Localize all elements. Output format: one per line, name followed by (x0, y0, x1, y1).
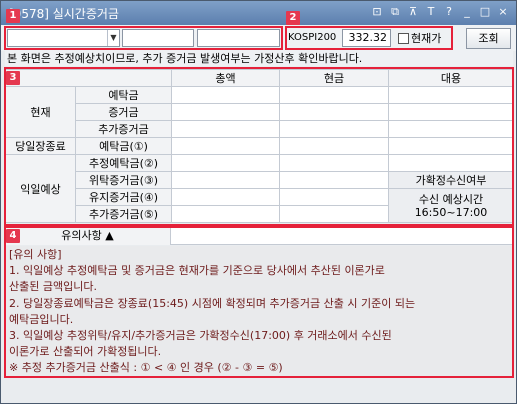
window: [0578] 실시간증거금 ⊡ ⧉ ⊼ T ? _ □ × ▼ KOSPI200… (0, 0, 517, 404)
notes-line: 2. 당일장종료예탁금은 장종료(15:45) 시점에 확정되며 추가증거금 산… (9, 296, 416, 310)
search-button[interactable]: 조회 (466, 28, 511, 49)
row-label-maint-margin: 유지증거금(④) (75, 188, 172, 206)
table-row: 증거금 (6, 103, 514, 121)
col-header-cash: 현금 (279, 69, 389, 87)
notes-line: 3. 익일예상 추정위탁/유지/추가증거금은 가확정수신(17:00) 후 거래… (9, 329, 392, 343)
row-label-add-margin: 추가증거금 (75, 120, 172, 138)
current-price-checkbox[interactable] (398, 33, 409, 44)
recv-time-value: 16:50~17:00 (414, 205, 488, 219)
current-price-label: 현재가 (411, 32, 442, 45)
recv-time-label: 수신 예상시간 (418, 192, 484, 206)
row-label-add-margin-5: 추가증거금(⑤) (75, 205, 172, 223)
bottom-area (1, 377, 516, 403)
copy-icon[interactable]: ⧉ (388, 5, 402, 19)
minimize-icon[interactable]: _ (460, 5, 474, 19)
col-header-substitute: 대용 (388, 69, 514, 87)
notes-body: [유의 사항] 1. 익일예상 추정예탁금 및 증거금은 현재가를 기준으로 당… (5, 246, 513, 376)
table-row: 현재 예탁금 (5, 86, 514, 138)
settle-status-label: 가확정수신여부 (388, 171, 514, 189)
font-icon[interactable]: T (424, 5, 438, 19)
group-current: 현재 (5, 86, 76, 138)
recv-time-cell: 수신 예상시간 16:50~17:00 (388, 188, 514, 223)
badge-3: 3 (6, 71, 20, 85)
notes-line: 산출된 금액입니다. (9, 280, 97, 294)
title-bar-icons: ⊡ ⧉ ⊼ T ? _ □ × (370, 5, 510, 19)
notes-line: 이론가로 산출되어 가확정됩니다. (9, 345, 162, 359)
badge-2: 2 (286, 11, 300, 25)
chevron-down-icon[interactable]: ▼ (107, 30, 119, 46)
kospi-value: 332.32 (342, 29, 391, 47)
notes-line: 1. 익일예상 추정예탁금 및 증거금은 현재가를 기준으로 당사에서 추산된 … (9, 264, 385, 278)
table-row: 위탁증거금(③) 가확정수신여부 (6, 171, 514, 189)
row-label-consign-margin: 위탁증거금(③) (75, 171, 172, 189)
row-label-today-deposit: 예탁금(①) (75, 137, 172, 155)
badge-4: 4 (6, 229, 20, 243)
group-next-day: 익일예상 (5, 154, 76, 223)
close-icon[interactable]: × (496, 5, 510, 19)
row-label-est-deposit: 추정예탁금(②) (75, 154, 172, 172)
notes-line: ※ 추정 추가증거금 산출식 : ① < ④ 인 경우 (② - ③ = ⑤) (9, 361, 283, 375)
title-bar: [0578] 실시간증거금 ⊡ ⧉ ⊼ T ? _ □ × (1, 1, 516, 25)
row-label-margin: 증거금 (75, 103, 172, 121)
table-header-row: 총액 현금 대용 (5, 69, 514, 87)
group-today-close: 당일장종료 (5, 137, 76, 155)
badge-1: 1 (6, 9, 20, 23)
notice-text: 본 화면은 추정예상치이므로, 추가 증거금 발생여부는 가정산후 확인바랍니다… (5, 51, 513, 66)
window-title: [0578] 실시간증거금 (9, 7, 119, 21)
notes-line: 예탁금입니다. (9, 312, 74, 326)
col-header-total: 총액 (171, 69, 280, 87)
account-select[interactable]: ▼ (7, 29, 120, 47)
table-row: 익일예상 추정예탁금(②) (5, 154, 514, 223)
margin-table: 총액 현금 대용 현재 예탁금 증거금 추가증거금 당일장종료 예탁금(①) 익… (5, 69, 514, 223)
row-label-deposit: 예탁금 (75, 86, 172, 104)
table-row: 당일장종료 예탁금(①) (5, 137, 514, 155)
table-row: 추가증거금 (6, 120, 514, 138)
password-field[interactable] (197, 29, 280, 47)
account-name-field[interactable] (122, 29, 194, 47)
help-icon[interactable]: ? (442, 5, 456, 19)
maximize-icon[interactable]: □ (478, 5, 492, 19)
notes-toggle-button[interactable]: 유의사항 ▲ (5, 227, 171, 245)
link-icon[interactable]: ⊡ (370, 5, 384, 19)
table-row: 유지증거금(④) 수신 예상시간 16:50~17:00 (6, 188, 514, 223)
notes-line: [유의 사항] (9, 248, 62, 261)
pin-icon[interactable]: ⊼ (406, 5, 420, 19)
kospi-label: KOSPI200 (288, 32, 337, 43)
